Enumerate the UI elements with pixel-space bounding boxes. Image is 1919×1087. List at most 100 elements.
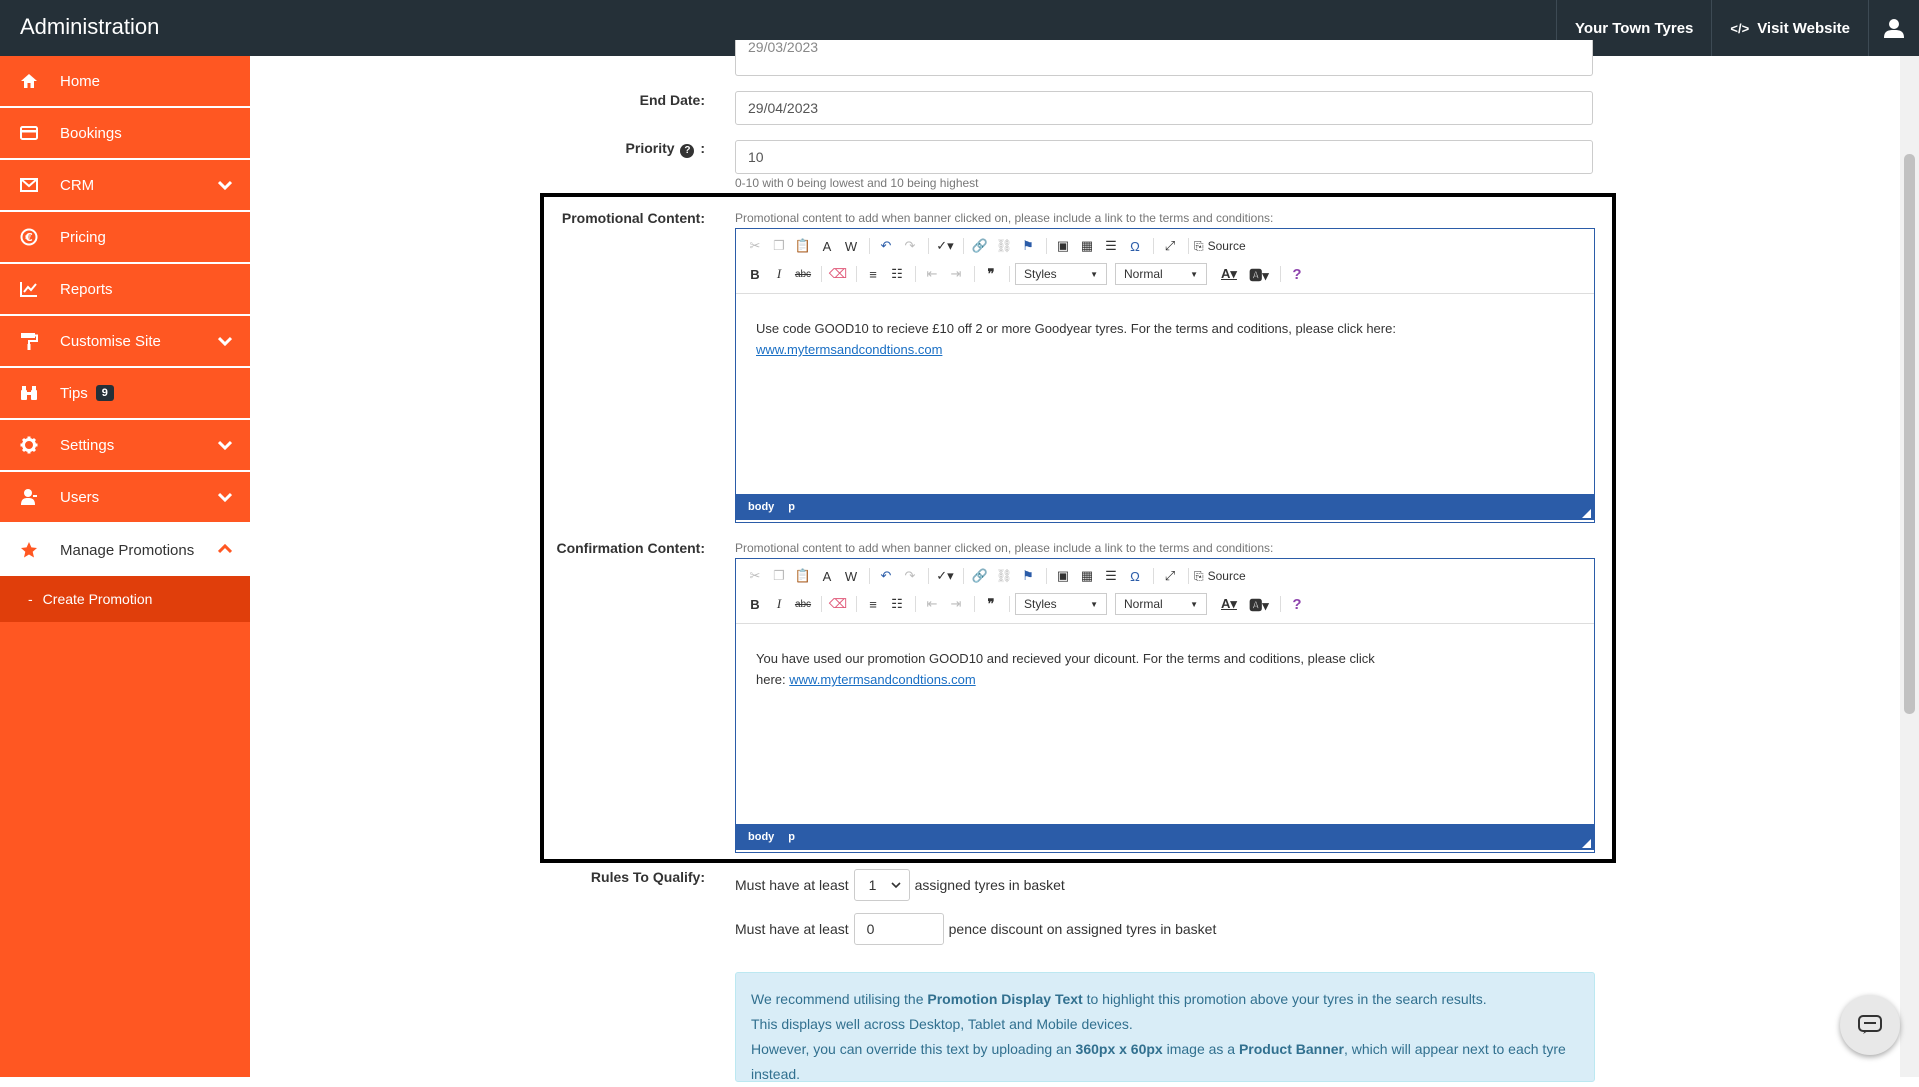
bulleted-list-icon[interactable]: ☷ [886,263,908,285]
sidebar-item-manage-promotions[interactable]: Manage Promotions [0,524,250,576]
background-color-icon[interactable]: 🅰▾ [1245,263,1273,285]
paste-icon[interactable]: 📋 [792,565,814,587]
italic-icon[interactable]: I [768,593,790,615]
blockquote-icon[interactable]: ❞ [980,263,1002,285]
format-dropdown[interactable]: Normal ▼ [1115,593,1207,615]
link-icon[interactable]: 🔗 [969,235,991,257]
copy-icon[interactable]: ❐ [768,235,790,257]
min-discount-input[interactable]: 0 [853,913,944,945]
path-p[interactable]: p [788,501,795,513]
styles-dropdown[interactable]: Styles ▼ [1015,593,1107,615]
help-icon[interactable]: ? [1286,263,1308,285]
sidebar-item-users[interactable]: Users [0,472,250,524]
outdent-icon[interactable]: ⇤ [921,593,943,615]
sidebar-item-pricing[interactable]: € Pricing [0,212,250,264]
spellcheck-icon[interactable]: ✓▾ [934,565,956,587]
resize-handle-icon[interactable] [1582,509,1591,518]
sidebar-item-settings[interactable]: Settings [0,420,250,472]
paste-word-icon[interactable]: W [840,235,862,257]
text-color-icon[interactable]: A▾ [1215,263,1243,285]
horizontal-rule-icon[interactable]: ☰ [1100,565,1122,587]
tips-count-badge: 9 [95,385,114,401]
link-icon[interactable]: 🔗 [969,565,991,587]
anchor-flag-icon[interactable]: ⚑ [1017,565,1039,587]
remove-format-icon[interactable]: ⌫ [827,593,849,615]
table-icon[interactable]: ▦ [1076,235,1098,257]
outdent-icon[interactable]: ⇤ [921,263,943,285]
cut-icon[interactable]: ✂ [744,565,766,587]
source-button[interactable]: ⎘ Source [1194,235,1246,257]
maximize-icon[interactable]: ⤢ [1159,565,1181,587]
help-icon[interactable]: ? [1286,593,1308,615]
source-button[interactable]: ⎘ Source [1194,565,1246,587]
end-date-input[interactable]: 29/04/2023 [735,91,1593,125]
copy-icon[interactable]: ❐ [768,565,790,587]
user-menu-button[interactable] [1868,0,1919,56]
table-icon[interactable]: ▦ [1076,565,1098,587]
undo-icon[interactable]: ↶ [875,565,897,587]
paint-roller-icon [18,332,40,350]
sidebar-item-customise-site[interactable]: Customise Site [0,316,250,368]
styles-dropdown[interactable]: Styles ▼ [1015,263,1107,285]
paste-text-icon[interactable]: A [816,565,838,587]
horizontal-rule-icon[interactable]: ☰ [1100,235,1122,257]
bold-icon[interactable]: B [744,593,766,615]
min-tyres-select[interactable]: 1 [853,869,910,901]
resize-handle-icon[interactable] [1582,839,1591,848]
redo-icon[interactable]: ↷ [899,235,921,257]
sidebar-subitem-create-promotion[interactable]: - Create Promotion [0,576,250,622]
text-color-icon[interactable]: A▾ [1215,593,1243,615]
image-icon[interactable]: ▣ [1052,565,1074,587]
start-date-input[interactable]: 29/03/2023 [735,39,1593,76]
bold-icon[interactable]: B [744,263,766,285]
sidebar-item-tips[interactable]: Tips 9 [0,368,250,420]
strikethrough-icon[interactable]: abc [792,593,814,615]
image-icon[interactable]: ▣ [1052,235,1074,257]
numbered-list-icon[interactable]: ≡ [862,593,884,615]
sidebar-item-label: Bookings [60,124,122,142]
remove-format-icon[interactable]: ⌫ [827,263,849,285]
confirmation-content-body[interactable]: You have used our promotion GOOD10 and r… [736,624,1594,824]
promotional-content-body[interactable]: Use code GOOD10 to recieve £10 off 2 or … [736,294,1594,494]
italic-icon[interactable]: I [768,263,790,285]
sidebar-item-reports[interactable]: Reports [0,264,250,316]
question-circle-icon[interactable]: ? [680,144,695,158]
paste-text-icon[interactable]: A [816,235,838,257]
undo-icon[interactable]: ↶ [875,235,897,257]
sidebar-item-bookings[interactable]: Bookings [0,108,250,160]
blockquote-icon[interactable]: ❞ [980,593,1002,615]
bulleted-list-icon[interactable]: ☷ [886,593,908,615]
path-p[interactable]: p [788,831,795,843]
path-body[interactable]: body [748,501,774,513]
cut-icon[interactable]: ✂ [744,235,766,257]
terms-link[interactable]: www.mytermsandcondtions.com [789,672,975,687]
sidebar-item-home[interactable]: Home [0,56,250,108]
format-dropdown[interactable]: Normal ▼ [1115,263,1207,285]
path-body[interactable]: body [748,831,774,843]
strikethrough-icon[interactable]: abc [792,263,814,285]
rule2-suffix: pence discount on assigned tyres in bask… [948,921,1217,937]
indent-icon[interactable]: ⇥ [945,593,967,615]
anchor-flag-icon[interactable]: ⚑ [1017,235,1039,257]
paste-word-icon[interactable]: W [840,565,862,587]
special-char-icon[interactable]: Ω [1124,565,1146,587]
special-char-icon[interactable]: Ω [1124,235,1146,257]
priority-input[interactable]: 10 [735,140,1593,174]
terms-link[interactable]: www.mytermsandcondtions.com [756,342,942,357]
unlink-icon[interactable]: ⛓ [993,565,1015,587]
spellcheck-icon[interactable]: ✓▾ [934,235,956,257]
sidebar-item-crm[interactable]: CRM [0,160,250,212]
paste-icon[interactable]: 📋 [792,235,814,257]
maximize-icon[interactable]: ⤢ [1159,235,1181,257]
page-scrollbar[interactable] [1900,56,1919,1077]
top-bar-right: Your Town Tyres </> Visit Website [1556,0,1919,56]
indent-icon[interactable]: ⇥ [945,263,967,285]
background-color-icon[interactable]: 🅰▾ [1245,593,1273,615]
scrollbar-thumb[interactable] [1904,154,1915,714]
visit-website-link[interactable]: </> Visit Website [1711,0,1868,56]
redo-icon[interactable]: ↷ [899,565,921,587]
unlink-icon[interactable]: ⛓ [993,235,1015,257]
chat-button[interactable] [1840,995,1900,1055]
editor-toolbar-row-1: ✂ ❐ 📋 A W ↶ ↷ ✓▾ 🔗 ⛓ ⚑ ▣ ▦ ☰ Ω ⤢ ⎘ Sourc… [744,565,1248,587]
numbered-list-icon[interactable]: ≡ [862,263,884,285]
